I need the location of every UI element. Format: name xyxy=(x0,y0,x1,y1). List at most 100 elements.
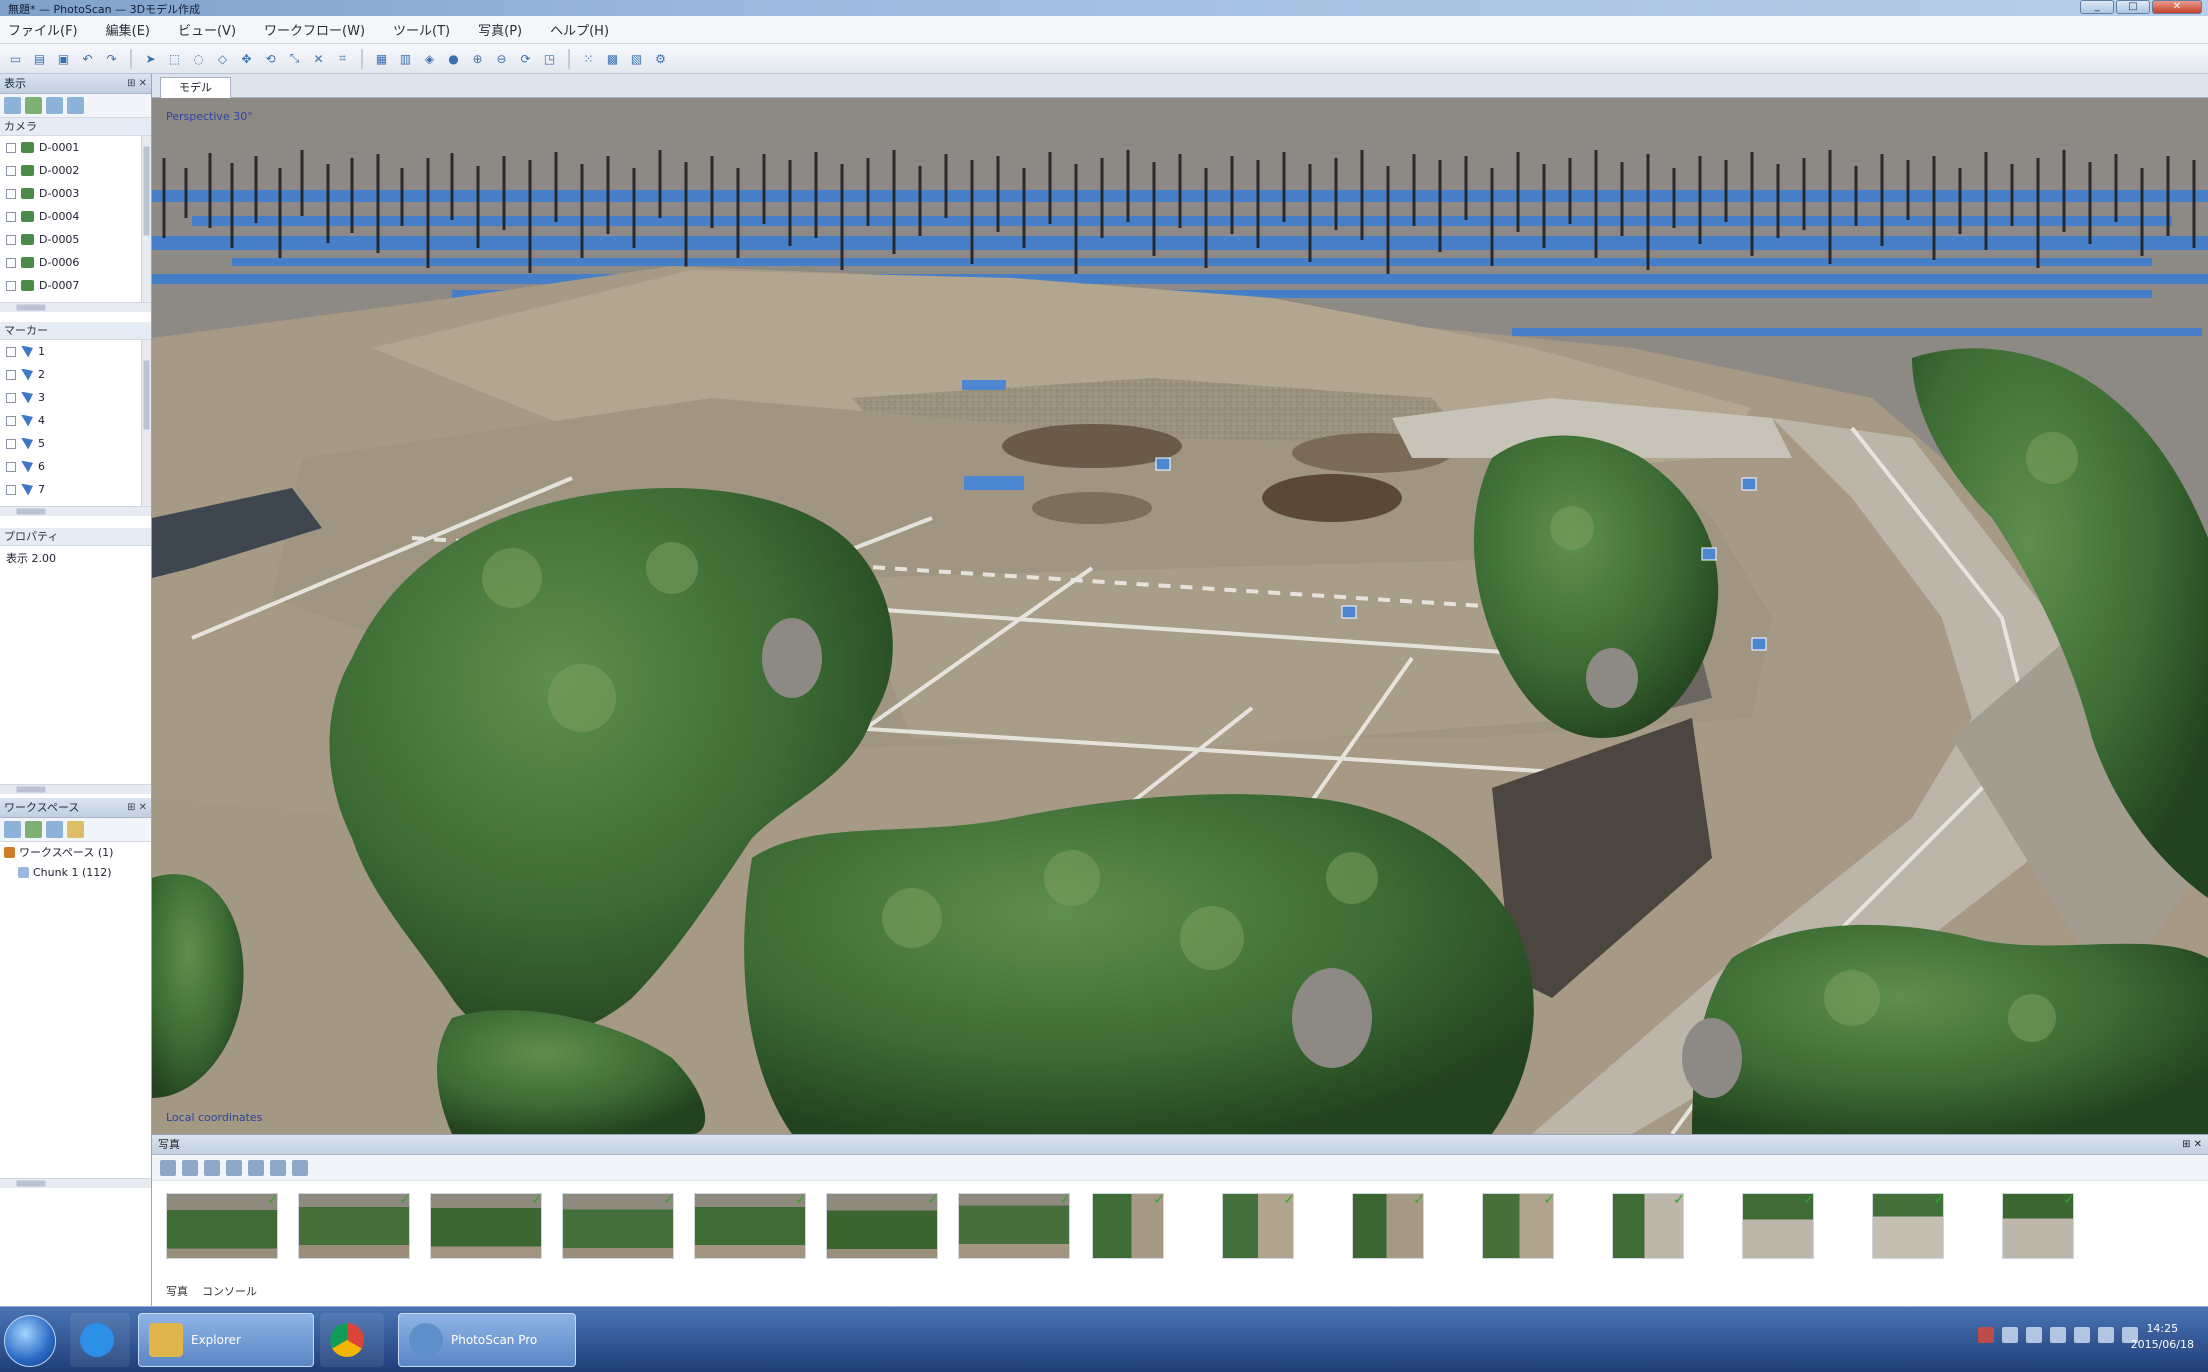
volume-icon[interactable] xyxy=(2098,1327,2114,1343)
camera-item[interactable]: D-0003 xyxy=(0,182,151,205)
pin-icon[interactable]: ⊞ ✕ xyxy=(127,798,147,818)
rect-select-icon[interactable]: ⬚ xyxy=(165,49,184,68)
crop-icon[interactable]: ⌗ xyxy=(333,49,352,68)
add-photos-icon[interactable] xyxy=(4,821,21,838)
photo-thumbnail[interactable]: ✓ xyxy=(1872,1193,1944,1259)
add-chunk-icon[interactable] xyxy=(25,97,42,114)
camera-item[interactable]: D-0005 xyxy=(0,228,151,251)
menu-help[interactable]: ヘルプ(H) xyxy=(550,20,609,39)
photo-thumbnail[interactable]: ✓ xyxy=(958,1193,1070,1259)
remove-photo-icon[interactable] xyxy=(204,1159,220,1176)
textured-icon[interactable]: ◈ xyxy=(420,49,439,68)
menu-photo[interactable]: 写真(P) xyxy=(478,20,522,39)
camera-item[interactable]: D-0004 xyxy=(0,205,151,228)
properties-icon[interactable] xyxy=(67,97,84,114)
photo-thumbnail[interactable]: ✓ xyxy=(1742,1193,1814,1259)
free-select-icon[interactable]: ◇ xyxy=(213,49,232,68)
tray-icon[interactable] xyxy=(2002,1327,2018,1343)
photo-thumbnail[interactable]: ✓ xyxy=(1612,1193,1684,1259)
camera-item[interactable]: D-0006 xyxy=(0,251,151,274)
undo-icon[interactable]: ↶ xyxy=(78,49,97,68)
open-icon[interactable]: ▤ xyxy=(30,49,49,68)
checkbox[interactable] xyxy=(6,165,16,176)
workspace-tree-root[interactable]: ワークスペース (1) xyxy=(0,842,151,862)
checkbox[interactable] xyxy=(6,438,16,449)
rotate-right-icon[interactable] xyxy=(182,1159,198,1176)
pin-icon[interactable]: ⊞ ✕ xyxy=(127,74,147,94)
zoom-in-icon[interactable]: ⊕ xyxy=(468,49,487,68)
checkbox[interactable] xyxy=(6,257,16,268)
checkbox[interactable] xyxy=(6,188,16,199)
redo-icon[interactable]: ↷ xyxy=(102,49,121,68)
photo-thumbnail[interactable]: ✓ xyxy=(1092,1193,1164,1259)
dense-cloud-icon[interactable]: ▩ xyxy=(603,49,622,68)
shaded-icon[interactable]: ▥ xyxy=(396,49,415,68)
camera-item[interactable]: D-0002 xyxy=(0,159,151,182)
checkbox[interactable] xyxy=(6,142,16,153)
remove-icon[interactable] xyxy=(46,97,63,114)
cameras-scrollbar[interactable] xyxy=(141,136,151,302)
checkbox[interactable] xyxy=(6,461,16,472)
markers-scrollbar[interactable] xyxy=(141,340,151,506)
photo-thumbnail[interactable]: ✓ xyxy=(694,1193,806,1259)
marker-item[interactable]: 5 xyxy=(0,432,151,455)
reset-view-icon[interactable]: ⟳ xyxy=(516,49,535,68)
pin-icon[interactable]: ⊞ ✕ xyxy=(2182,1135,2202,1155)
marker-item[interactable]: 4 xyxy=(0,409,151,432)
enable-icon[interactable] xyxy=(226,1159,242,1176)
model-viewport[interactable]: Perspective 30° Local coordinates xyxy=(152,98,2208,1134)
tab-console[interactable]: コンソール xyxy=(202,1283,257,1299)
menu-workflow[interactable]: ワークフロー(W) xyxy=(264,20,365,39)
photo-thumbnail[interactable]: ✓ xyxy=(166,1193,278,1259)
tab-model[interactable]: モデル xyxy=(160,77,231,98)
checkbox[interactable] xyxy=(6,346,16,357)
checkbox[interactable] xyxy=(6,484,16,495)
checkbox[interactable] xyxy=(6,392,16,403)
photo-thumbnail[interactable]: ✓ xyxy=(1352,1193,1424,1259)
folder-icon[interactable] xyxy=(67,821,84,838)
photo-thumbnail[interactable]: ✓ xyxy=(562,1193,674,1259)
tray-icon[interactable] xyxy=(2050,1327,2066,1343)
checkbox[interactable] xyxy=(6,369,16,380)
detail-view-icon[interactable] xyxy=(270,1159,286,1176)
navigate-icon[interactable]: ➤ xyxy=(141,49,160,68)
photo-thumbnail[interactable]: ✓ xyxy=(1482,1193,1554,1259)
photo-thumbnail[interactable]: ✓ xyxy=(826,1193,938,1259)
checkbox[interactable] xyxy=(6,415,16,426)
props-hscrollbar[interactable] xyxy=(0,784,151,794)
checkbox[interactable] xyxy=(6,280,16,291)
chrome-taskbar-button[interactable] xyxy=(320,1313,384,1367)
delete-icon[interactable]: ✕ xyxy=(309,49,328,68)
markers-hscrollbar[interactable] xyxy=(0,506,151,516)
marker-item[interactable]: 2 xyxy=(0,363,151,386)
align-icon[interactable] xyxy=(46,821,63,838)
sphere-icon[interactable]: ● xyxy=(444,49,463,68)
resize-icon[interactable]: ⤡ xyxy=(285,49,304,68)
cameras-view-icon[interactable]: ▦ xyxy=(372,49,391,68)
tray-icon[interactable] xyxy=(2026,1327,2042,1343)
add-chunk-icon[interactable] xyxy=(25,821,42,838)
save-icon[interactable]: ▣ xyxy=(54,49,73,68)
region-icon[interactable]: ◳ xyxy=(540,49,559,68)
chunk-item[interactable]: Chunk 1 (112) xyxy=(0,862,151,882)
list-view-icon[interactable] xyxy=(292,1159,308,1176)
menu-tools[interactable]: ツール(T) xyxy=(393,20,450,39)
checkbox[interactable] xyxy=(6,211,16,222)
rotate-left-icon[interactable] xyxy=(160,1159,176,1176)
menu-file[interactable]: ファイル(F) xyxy=(8,20,78,39)
zoom-out-icon[interactable]: ⊖ xyxy=(492,49,511,68)
ime-icon[interactable] xyxy=(1978,1327,1994,1343)
start-button[interactable] xyxy=(4,1315,56,1367)
close-button[interactable]: ✕ xyxy=(2152,0,2202,14)
checkbox[interactable] xyxy=(6,234,16,245)
tab-photos[interactable]: 写真 xyxy=(166,1283,188,1299)
menu-edit[interactable]: 編集(E) xyxy=(106,20,150,39)
tree-hscrollbar[interactable] xyxy=(0,1178,151,1188)
maximize-button[interactable]: □ xyxy=(2116,0,2150,14)
wireframe-icon[interactable]: ▧ xyxy=(627,49,646,68)
point-cloud-icon[interactable]: ⁙ xyxy=(579,49,598,68)
marker-item[interactable]: 7 xyxy=(0,478,151,501)
marker-item[interactable]: 3 xyxy=(0,386,151,409)
disable-icon[interactable] xyxy=(248,1159,264,1176)
move-icon[interactable]: ✥ xyxy=(237,49,256,68)
